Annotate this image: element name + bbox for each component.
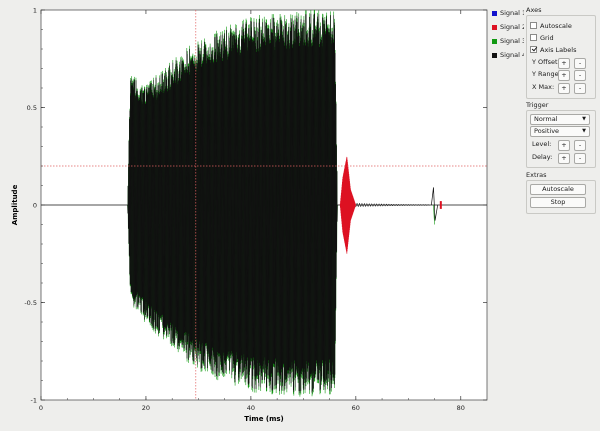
trigger-group-title: Trigger	[526, 101, 549, 109]
x-max-label: X Max:	[532, 83, 555, 91]
x-max-minus-button[interactable]: -	[574, 83, 586, 94]
trigger-slope-select[interactable]: Positive ▼	[530, 126, 590, 137]
checkbox-box[interactable]	[530, 34, 537, 41]
x-max-plus-button[interactable]: +	[558, 83, 570, 94]
select-value: Normal	[534, 115, 558, 123]
chevron-down-icon: ▼	[582, 116, 586, 122]
legend-item-signal-2: Signal 2	[492, 20, 526, 34]
y-offset-plus-button[interactable]: +	[558, 58, 570, 69]
y-tick-label: 0.5	[27, 104, 37, 112]
axes-group-title: Axes	[526, 6, 542, 14]
extras-group-title: Extras	[526, 171, 547, 179]
x-tick-label: 40	[247, 404, 255, 412]
axis-labels-checkbox[interactable]: Axis Labels	[530, 44, 576, 55]
legend-label: Signal 2	[500, 23, 527, 31]
y-axis-label: Amplitude	[11, 184, 19, 225]
y-tick-label: -1	[31, 397, 37, 405]
checkbox-label: Grid	[540, 33, 554, 42]
grid-checkbox[interactable]: Grid	[530, 32, 554, 43]
stop-button[interactable]: Stop	[530, 197, 586, 208]
legend: Signal 1 Signal 2 Signal 3 Signal 4	[492, 6, 526, 62]
level-label: Level:	[532, 140, 552, 148]
checkbox-label: Autoscale	[540, 21, 572, 30]
select-value: Positive	[534, 127, 560, 135]
y-offset-minus-button[interactable]: -	[574, 58, 586, 69]
level-plus-button[interactable]: +	[558, 140, 570, 151]
y-tick-label: 1	[33, 7, 37, 15]
autoscale-button[interactable]: Autoscale	[530, 184, 586, 195]
y-tick-label: 0	[33, 202, 37, 210]
trigger-mode-select[interactable]: Normal ▼	[530, 114, 590, 125]
y-range-plus-button[interactable]: +	[558, 70, 570, 81]
legend-label: Signal 4	[500, 51, 527, 59]
x-tick-label: 20	[142, 404, 150, 412]
x-tick-label: 0	[39, 404, 43, 412]
delay-plus-button[interactable]: +	[558, 153, 570, 164]
legend-label: Signal 3	[500, 37, 527, 45]
legend-label: Signal 1	[500, 9, 527, 17]
level-minus-button[interactable]: -	[574, 140, 586, 151]
y-range-minus-button[interactable]: -	[574, 70, 586, 81]
legend-item-signal-3: Signal 3	[492, 34, 526, 48]
x-tick-label: 60	[352, 404, 360, 412]
delay-minus-button[interactable]: -	[574, 153, 586, 164]
signal-2-marker	[439, 201, 442, 209]
plot-area[interactable]: 10.50-0.5-10 20 40 60 80 Time (ms) Amplitude	[0, 0, 524, 431]
x-axis-label: Time (ms)	[244, 415, 284, 423]
x-tick-label: 80	[457, 404, 465, 412]
legend-swatch	[492, 10, 497, 16]
legend-swatch	[492, 52, 497, 58]
legend-item-signal-4: Signal 4	[492, 48, 526, 62]
autoscale-checkbox[interactable]: Autoscale	[530, 20, 572, 31]
legend-swatch	[492, 38, 497, 44]
legend-item-signal-1: Signal 1	[492, 6, 526, 20]
y-offset-label: Y Offset:	[532, 58, 560, 66]
y-tick-label: -0.5	[24, 299, 37, 307]
chevron-down-icon: ▼	[582, 128, 586, 134]
checkbox-box[interactable]	[530, 22, 537, 29]
check-icon[interactable]	[530, 46, 537, 53]
delay-label: Delay:	[532, 153, 553, 161]
checkbox-label: Axis Labels	[540, 45, 577, 54]
legend-swatch	[492, 24, 497, 30]
y-range-label: Y Range:	[532, 70, 561, 78]
